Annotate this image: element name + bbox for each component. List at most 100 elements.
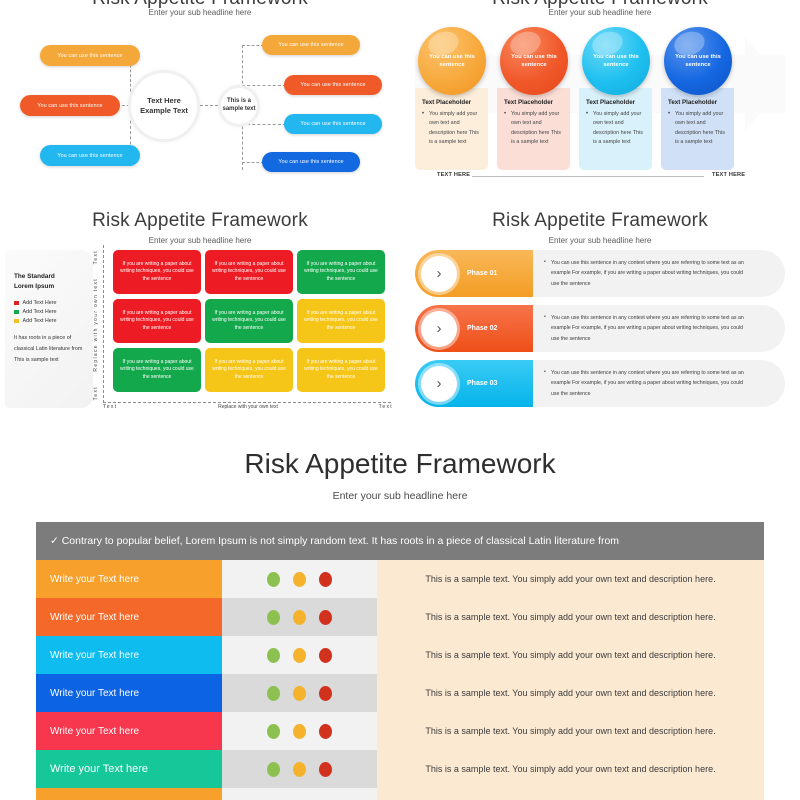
table-row-2-label[interactable]: Write your Text here	[36, 598, 222, 636]
flow-pill-left-3-label: You can use this sentence	[57, 152, 123, 159]
table-row-2-description: This is a sample text. You simply add yo…	[377, 598, 764, 636]
matrix-legend-item-1-label: Add Text Here	[22, 300, 57, 307]
status-dot-green-icon	[267, 761, 280, 777]
flow-pill-right-1[interactable]: You can use this sentence	[262, 35, 360, 55]
phase-row-3[interactable]: You can use this sentence in any context…	[415, 360, 785, 407]
table-row-6-label[interactable]: Write your Text here	[36, 750, 222, 788]
table-row[interactable]: Write your Text here This is a sample te…	[36, 788, 764, 800]
flow-pill-right-3[interactable]: You can use this sentence	[284, 114, 382, 134]
flow-pill-left-2-label: You can use this sentence	[37, 102, 103, 109]
matrix-legend-footer: It has roots in a piece of classical Lat…	[14, 335, 83, 364]
phase-3-tab[interactable]: › Phase 03	[415, 360, 533, 407]
table-row-5-description: This is a sample text. You simply add yo…	[377, 712, 764, 750]
circles-axis-line	[472, 176, 704, 177]
flow-pill-left-1[interactable]: You can use this sentence	[40, 45, 140, 66]
status-dot-red-icon	[319, 609, 332, 625]
matrix-cell-3-3[interactable]: If you are writing a paper about writing…	[297, 348, 385, 392]
matrix-x-axis-right: Text	[378, 404, 393, 410]
flow-pill-left-3[interactable]: You can use this sentence	[40, 145, 140, 166]
phase-1-tab[interactable]: › Phase 01	[415, 250, 533, 297]
table-row[interactable]: Write your Text here This is a sample te…	[36, 598, 764, 636]
status-dot-green-icon	[267, 723, 280, 739]
table-row-6-status	[222, 750, 377, 788]
matrix-legend-item-3-label: Add Text Here	[22, 318, 57, 325]
matrix-cell-1-1[interactable]: If you are writing a paper about writing…	[113, 250, 201, 294]
matrix-y-axis-mid: Replace with your own text	[93, 278, 99, 372]
flow-hub-sub-line1: This is a	[226, 98, 251, 105]
circle-card-2[interactable]: Text Placeholder You simply add your own…	[497, 88, 570, 170]
table-row-3-label[interactable]: Write your Text here	[36, 636, 222, 674]
matrix-cell-2-1[interactable]: If you are writing a paper about writing…	[113, 299, 201, 343]
phase-2-text: You can use this sentence in any context…	[544, 312, 745, 344]
phase-2-tab[interactable]: › Phase 02	[415, 305, 533, 352]
circle-card-1[interactable]: Text Placeholder You simply add your own…	[415, 88, 488, 170]
table-slide: Risk Appetite Framework Enter your sub h…	[0, 430, 800, 800]
circle-card-4[interactable]: Text Placeholder You simply add your own…	[661, 88, 734, 170]
status-dot-red-icon	[319, 761, 332, 777]
risk-matrix-grid: If you are writing a paper about writing…	[113, 250, 385, 392]
circle-card-3[interactable]: Text Placeholder You simply add your own…	[579, 88, 652, 170]
table-row[interactable]: Write your Text here This is a sample te…	[36, 674, 764, 712]
table-row[interactable]: Write your Text here This is a sample te…	[36, 560, 764, 598]
phase-3-label: Phase 03	[467, 380, 498, 387]
phase-1-text: You can use this sentence in any context…	[544, 257, 745, 289]
matrix-cell-2-3[interactable]: If you are writing a paper about writing…	[297, 299, 385, 343]
matrix-cell-3-1[interactable]: If you are writing a paper about writing…	[113, 348, 201, 392]
table-row-5-label[interactable]: Write your Text here	[36, 712, 222, 750]
phase-row-2[interactable]: You can use this sentence in any context…	[415, 305, 785, 352]
circle-bubble-1-label: You can use this sentence	[429, 53, 475, 68]
flow-hub-main-line1: Text Here	[147, 95, 181, 105]
matrix-cell-1-2[interactable]: If you are writing a paper about writing…	[205, 250, 293, 294]
slide-deck-preview: Risk Appetite Framework Enter your sub h…	[0, 0, 800, 800]
matrix-legend-heading-line1: The Standard	[14, 273, 55, 280]
matrix-x-axis-left: Text	[103, 404, 118, 410]
circle-card-2-heading: Text Placeholder	[504, 99, 554, 106]
flow-hub-sub-line2: sample text	[222, 106, 256, 112]
table-row-7-label[interactable]: Write your Text here	[36, 788, 222, 800]
flow-pill-right-2[interactable]: You can use this sentence	[284, 75, 382, 95]
comparison-table: ✓ Contrary to popular belief, Lorem Ipsu…	[36, 522, 764, 800]
flow-hub-sub[interactable]: This is a sample text	[218, 85, 260, 127]
table-row-2-status	[222, 598, 377, 636]
table-row-4-status	[222, 674, 377, 712]
phase-2-description-panel: You can use this sentence in any context…	[530, 305, 785, 352]
matrix-cell-1-3[interactable]: If you are writing a paper about writing…	[297, 250, 385, 294]
table-row[interactable]: Write your Text here This is a sample te…	[36, 636, 764, 674]
flow-pill-right-4[interactable]: You can use this sentence	[262, 152, 360, 172]
flowchart-slide: Risk Appetite Framework Enter your sub h…	[0, 0, 400, 200]
status-dot-red-icon	[319, 647, 332, 663]
table-row[interactable]: Write your Text here This is a sample te…	[36, 750, 764, 788]
table-row-1-label[interactable]: Write your Text here	[36, 560, 222, 598]
legend-swatch-green-icon	[14, 309, 19, 315]
connector-right-4	[242, 162, 264, 163]
table-row-7-status	[222, 788, 377, 800]
circle-bubble-4[interactable]: You can use this sentence	[664, 27, 732, 95]
status-dot-green-icon	[267, 647, 280, 663]
table-row-4-label[interactable]: Write your Text here	[36, 674, 222, 712]
matrix-cell-3-2[interactable]: If you are writing a paper about writing…	[205, 348, 293, 392]
flow-pill-right-1-label: You can use this sentence	[278, 42, 344, 48]
matrix-row-3: If you are writing a paper about writing…	[113, 348, 385, 392]
circle-bubble-1[interactable]: You can use this sentence	[418, 27, 486, 95]
status-dot-amber-icon	[293, 571, 306, 587]
circle-bubble-3-label: You can use this sentence	[593, 53, 639, 68]
circle-card-1-heading: Text Placeholder	[422, 99, 472, 106]
legend-swatch-yellow-icon	[14, 318, 19, 324]
circle-card-2-body: You simply add your own text and descrip…	[504, 109, 563, 148]
matrix-y-axis-bottom: Text	[93, 385, 99, 400]
matrix-cell-2-2[interactable]: If you are writing a paper about writing…	[205, 299, 293, 343]
chevron-right-icon: ›	[421, 255, 457, 292]
table-row-1-status	[222, 560, 377, 598]
circles-subtitle: Enter your sub headline here	[548, 8, 652, 17]
connector-right-2	[242, 85, 286, 86]
flow-pill-left-2[interactable]: You can use this sentence	[20, 95, 120, 116]
flow-hub-main[interactable]: Text Here Example Text	[128, 70, 200, 142]
phase-row-1[interactable]: You can use this sentence in any context…	[415, 250, 785, 297]
circle-bubble-3[interactable]: You can use this sentence	[582, 27, 650, 95]
connector-center	[200, 105, 218, 106]
circle-card-4-body: You simply add your own text and descrip…	[668, 109, 727, 148]
matrix-legend-panel: The Standard Lorem Ipsum Add Text Here A…	[5, 250, 93, 408]
circle-bubble-2[interactable]: You can use this sentence	[500, 27, 568, 95]
table-row[interactable]: Write your Text here This is a sample te…	[36, 712, 764, 750]
circles-axis-left-label: TEXT HERE	[437, 172, 471, 178]
